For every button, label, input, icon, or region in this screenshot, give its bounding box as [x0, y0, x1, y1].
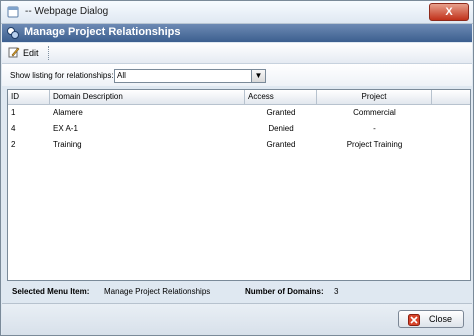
title-bar: -- Webpage Dialog X: [1, 1, 473, 24]
edit-button-label: Edit: [23, 48, 39, 58]
cell-domain: Alamere: [53, 108, 83, 117]
filter-selected-value: All: [117, 71, 126, 80]
relationships-table: ID Domain Description Access Project 1 A…: [7, 89, 471, 281]
page-header: Manage Project Relationships: [2, 24, 472, 42]
filter-row: Show listing for relationships: All ▼: [2, 64, 472, 86]
webpage-icon: [7, 6, 19, 18]
table-header: ID Domain Description Access Project: [8, 90, 470, 105]
status-bar: Selected Menu Item: Manage Project Relat…: [7, 285, 469, 299]
cell-domain: EX A-1: [53, 124, 78, 133]
cell-id: 2: [11, 140, 16, 149]
filter-label: Show listing for relationships:: [10, 71, 114, 80]
chevron-down-icon[interactable]: ▼: [251, 70, 265, 82]
column-header-access[interactable]: Access: [245, 90, 317, 104]
cell-id: 1: [11, 108, 16, 117]
cell-id: 4: [11, 124, 16, 133]
relationship-filter-select[interactable]: All ▼: [114, 69, 266, 83]
page-title: Manage Project Relationships: [24, 26, 181, 38]
number-of-domains-label: Number of Domains:: [245, 287, 324, 296]
dialog-footer: Close: [2, 303, 472, 335]
window-title: -- Webpage Dialog: [25, 6, 109, 17]
close-button[interactable]: Close: [398, 310, 464, 328]
window-close-button[interactable]: X: [429, 3, 469, 21]
number-of-domains-value: 3: [334, 287, 339, 296]
column-header-domain[interactable]: Domain Description: [50, 90, 245, 104]
dialog-window: -- Webpage Dialog X Manage Project Relat…: [0, 0, 474, 336]
close-button-label: Close: [429, 314, 453, 324]
toolbar-grip: [48, 46, 52, 60]
close-icon: [408, 314, 420, 326]
cell-access: Denied: [268, 124, 294, 133]
relationships-icon: [6, 26, 20, 40]
selected-menu-item-label: Selected Menu Item:: [12, 287, 90, 296]
table-row[interactable]: 2 Training Granted Project Training: [8, 138, 470, 152]
column-header-id[interactable]: ID: [8, 90, 50, 104]
cell-access: Granted: [266, 108, 296, 117]
edit-button[interactable]: Edit: [8, 46, 39, 60]
cell-project: Commercial: [353, 108, 396, 117]
selected-menu-item-value: Manage Project Relationships: [104, 287, 211, 296]
cell-project: Project Training: [346, 140, 403, 149]
table-row[interactable]: 4 EX A-1 Denied -: [8, 122, 470, 136]
edit-pencil-icon: [8, 46, 20, 60]
column-header-project[interactable]: Project: [317, 90, 432, 104]
table-row[interactable]: 1 Alamere Granted Commercial: [8, 106, 470, 120]
cell-access: Granted: [266, 140, 296, 149]
cell-project: -: [373, 124, 376, 133]
cell-domain: Training: [53, 140, 82, 149]
toolbar: Edit: [2, 43, 472, 64]
